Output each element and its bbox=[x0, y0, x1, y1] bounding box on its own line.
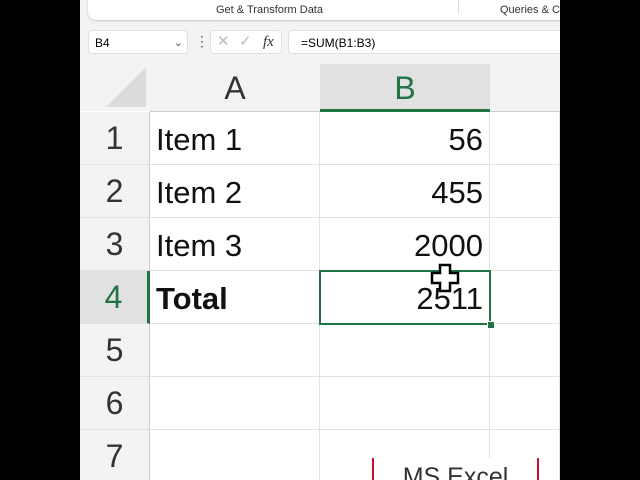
enter-icon[interactable]: ✓ bbox=[239, 31, 252, 53]
excel-window: Get & Transform Data Queries & C B4 ⌄ ⋮ ✕… bbox=[80, 0, 560, 480]
cell-b3[interactable]: 2000 bbox=[320, 218, 490, 271]
column-header-b[interactable]: B bbox=[320, 64, 490, 112]
row-header[interactable]: 1 bbox=[80, 112, 150, 165]
cell-c3[interactable] bbox=[490, 218, 560, 271]
column-header-a[interactable]: A bbox=[150, 64, 320, 112]
cell-cursor-icon bbox=[430, 263, 460, 293]
row-header[interactable]: 5 bbox=[80, 324, 150, 377]
formula-input[interactable]: =SUM(B1:B3) bbox=[288, 30, 560, 54]
cell-c4[interactable] bbox=[490, 271, 560, 324]
cell-b1[interactable]: 56 bbox=[320, 112, 490, 165]
row-header[interactable]: 7 bbox=[80, 430, 150, 480]
cell-c6[interactable] bbox=[490, 377, 560, 430]
more-options-icon[interactable]: ⋮ bbox=[195, 33, 209, 50]
cell-c2[interactable] bbox=[490, 165, 560, 218]
ribbon-group-queries[interactable]: Queries & C bbox=[500, 4, 560, 16]
cell-b2[interactable]: 455 bbox=[320, 165, 490, 218]
cancel-icon[interactable]: ✕ bbox=[217, 31, 230, 53]
cell-a6[interactable] bbox=[150, 377, 320, 430]
row-header[interactable]: 4 bbox=[80, 271, 150, 324]
chevron-down-icon[interactable]: ⌄ bbox=[174, 31, 183, 55]
name-box-value: B4 bbox=[95, 36, 110, 50]
row-header[interactable]: 6 bbox=[80, 377, 150, 430]
cell-a4[interactable]: Total bbox=[150, 271, 320, 324]
row-header[interactable]: 2 bbox=[80, 165, 150, 218]
cell-c5[interactable] bbox=[490, 324, 560, 377]
cell-a5[interactable] bbox=[150, 324, 320, 377]
name-box[interactable]: B4 ⌄ bbox=[88, 30, 188, 54]
ribbon-divider bbox=[458, 0, 459, 14]
row-header[interactable]: 3 bbox=[80, 218, 150, 271]
cell-b6[interactable] bbox=[320, 377, 490, 430]
formula-buttons: ✕ ✓ fx bbox=[210, 30, 282, 54]
column-header-c[interactable] bbox=[490, 64, 560, 112]
spreadsheet-grid: A B 1 Item 1 56 2 Item 2 455 3 Item 3 20… bbox=[80, 64, 560, 480]
cell-c1[interactable] bbox=[490, 112, 560, 165]
cell-a2[interactable]: Item 2 bbox=[150, 165, 320, 218]
fill-handle[interactable] bbox=[487, 321, 495, 329]
watermark: MS Excel bbox=[372, 458, 539, 480]
active-cell-border bbox=[319, 270, 491, 325]
cell-a7[interactable] bbox=[150, 430, 320, 480]
cell-a1[interactable]: Item 1 bbox=[150, 112, 320, 165]
insert-function-icon[interactable]: fx bbox=[263, 31, 274, 53]
ribbon-group-get-transform[interactable]: Get & Transform Data bbox=[216, 4, 323, 16]
cell-b5[interactable] bbox=[320, 324, 490, 377]
select-all-button[interactable] bbox=[80, 64, 150, 111]
ribbon: Get & Transform Data Queries & C bbox=[88, 0, 560, 20]
cell-a3[interactable]: Item 3 bbox=[150, 218, 320, 271]
